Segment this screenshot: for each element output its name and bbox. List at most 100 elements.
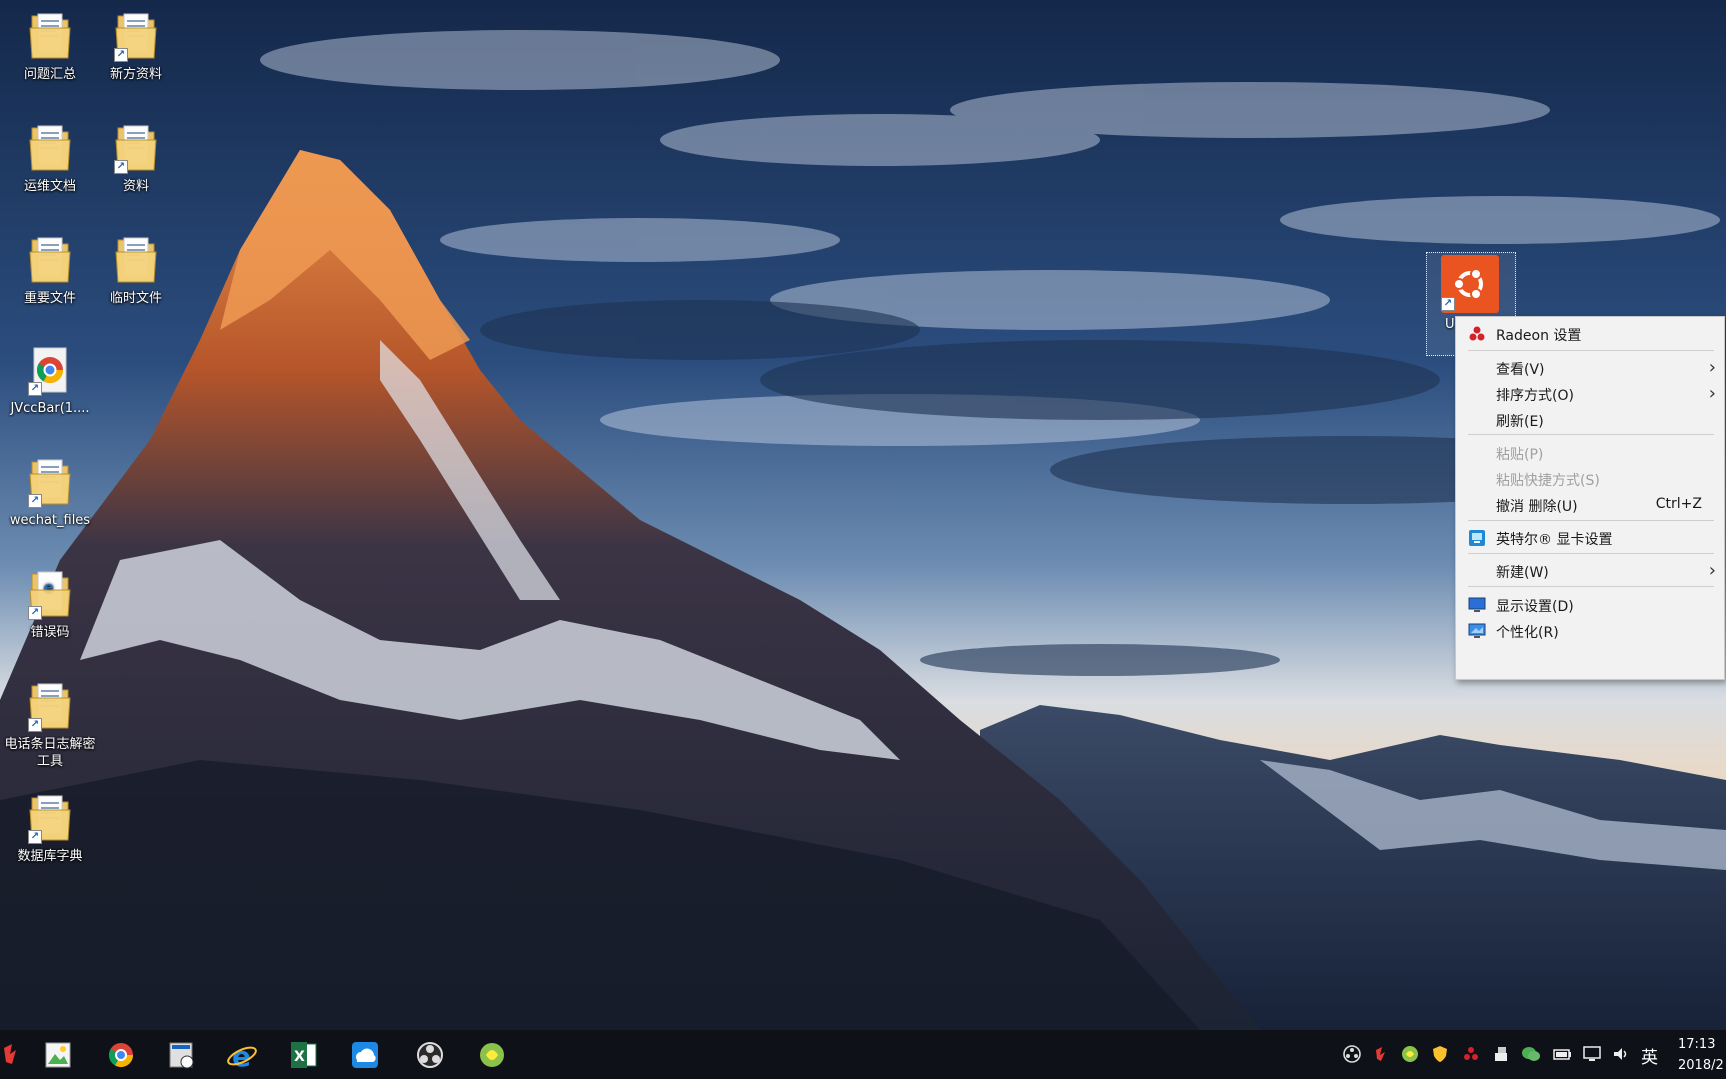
folder-icon — [28, 234, 72, 286]
menu-item-label: 粘贴快捷方式(S) — [1496, 473, 1600, 489]
menu-item[interactable]: 显示设置(D) — [1456, 592, 1724, 618]
menu-separator — [1468, 350, 1714, 351]
menu-item-label: 排序方式(O) — [1496, 388, 1574, 404]
desktop-icon-label: 错误码 — [30, 625, 70, 640]
input-method-indicator[interactable]: 英 — [1641, 1043, 1658, 1068]
folder-icon — [28, 10, 72, 62]
menu-item-label: 显示设置(D) — [1496, 599, 1574, 615]
volume-icon[interactable] — [1611, 1044, 1631, 1064]
folder-icon: ↗ — [28, 680, 72, 732]
menu-item: 粘贴(P) — [1456, 440, 1724, 466]
obs-tray-icon[interactable] — [1342, 1044, 1362, 1064]
menu-item[interactable]: 撤消 删除(U) Ctrl+Z — [1456, 492, 1724, 518]
document-icon: e ↗ — [28, 568, 72, 620]
chrome-shortcut-icon: ↗ — [28, 344, 72, 396]
excel-icon[interactable]: X — [284, 1036, 324, 1074]
desktop-icon[interactable]: ↗ 电话条日志解密工具 — [2, 680, 98, 770]
menu-separator — [1468, 586, 1714, 587]
usb-icon[interactable] — [1491, 1044, 1511, 1064]
desktop-icon[interactable]: ↗ 新方资料 — [88, 10, 184, 83]
app-icon[interactable] — [0, 1036, 40, 1074]
taskbar-clock[interactable]: 17:13 2018/2 — [1678, 1034, 1726, 1076]
menu-item[interactable]: 新建(W) › — [1456, 558, 1724, 584]
desktop-icon[interactable]: ↗ wechat_files — [2, 456, 98, 529]
menu-item[interactable]: 英特尔® 显卡设置 — [1456, 525, 1724, 551]
kiwi-tray-icon[interactable] — [1400, 1044, 1420, 1064]
folder-icon: ↗ — [114, 122, 158, 174]
kiwi-icon[interactable] — [472, 1036, 512, 1074]
shield-icon[interactable] — [1430, 1044, 1450, 1064]
chrome-icon[interactable] — [101, 1036, 141, 1074]
desktop-icon[interactable]: ↗ 资料 — [88, 122, 184, 195]
menu-item-label: 刷新(E) — [1496, 414, 1544, 430]
menu-item[interactable]: 个性化(R) — [1456, 618, 1724, 644]
menu-item[interactable]: Radeon 设置 — [1456, 321, 1724, 347]
menu-separator — [1468, 520, 1714, 521]
desktop-icon-label: 新方资料 — [109, 67, 162, 82]
display-icon — [1468, 596, 1486, 614]
clock-time: 17:13 — [1678, 1037, 1716, 1052]
menu-item: 粘贴快捷方式(S) — [1456, 466, 1724, 492]
desktop-icon[interactable]: 临时文件 — [88, 234, 184, 307]
shortcut-arrow-icon: ↗ — [114, 48, 128, 62]
svg-text:X: X — [294, 1049, 305, 1065]
folder-icon: ↗ — [28, 456, 72, 508]
app-tray-icon[interactable] — [1372, 1044, 1392, 1064]
intel-graphics-icon — [1468, 529, 1486, 547]
shortcut-arrow-icon: ↗ — [28, 718, 42, 732]
obs-icon[interactable] — [410, 1036, 450, 1074]
ie-icon[interactable]: e — [222, 1036, 262, 1074]
radeon-tray-icon[interactable] — [1461, 1044, 1481, 1064]
desktop-icon[interactable]: 重要文件 — [2, 234, 98, 307]
chevron-right-icon: › — [1708, 560, 1716, 581]
folder-icon — [28, 122, 72, 174]
taskbar: e X 英 17:13 2018/2 — [0, 1030, 1726, 1079]
radeon-icon — [1468, 325, 1486, 343]
desktop-context-menu: Radeon 设置 查看(V) › 排序方式(O) › 刷新(E) 粘贴(P) 粘贴快捷方式(… — [1455, 316, 1725, 680]
menu-item-label: 新建(W) — [1496, 565, 1549, 581]
shortcut-arrow-icon: ↗ — [114, 160, 128, 174]
clock-date: 2018/2 — [1678, 1058, 1724, 1073]
desktop-icon-label: 重要文件 — [23, 291, 76, 306]
shortcut-arrow-icon: ↗ — [28, 382, 42, 396]
desktop-icon[interactable]: 问题汇总 — [2, 10, 98, 83]
menu-item[interactable]: 刷新(E) — [1456, 407, 1724, 433]
menu-item-label: 粘贴(P) — [1496, 447, 1544, 463]
menu-item-label: 个性化(R) — [1496, 625, 1559, 641]
desktop-icon-label: 资料 — [122, 179, 149, 194]
desktop-icon-label: wechat_files — [9, 513, 91, 528]
desktop-icon-label: U — [1445, 317, 1455, 332]
svg-text:e: e — [232, 1040, 251, 1073]
menu-item-label: 撤消 删除(U) — [1496, 499, 1578, 515]
network-icon[interactable] — [1582, 1044, 1602, 1064]
menu-item[interactable]: 排序方式(O) › — [1456, 381, 1724, 407]
desktop-icon[interactable]: 运维文档 — [2, 122, 98, 195]
desktop-icon-label: 电话条日志解密工具 — [4, 737, 96, 769]
battery-icon[interactable] — [1552, 1044, 1572, 1064]
personalize-icon — [1468, 622, 1486, 640]
menu-item-label: 英特尔® 显卡设置 — [1496, 532, 1613, 548]
menu-item-label: Radeon 设置 — [1496, 328, 1582, 344]
wechat-icon[interactable] — [1521, 1044, 1541, 1064]
folder-icon — [114, 234, 158, 286]
menu-separator — [1468, 553, 1714, 554]
image-editor-icon[interactable] — [37, 1036, 77, 1074]
folder-icon: ↗ — [114, 10, 158, 62]
file-manager-icon[interactable] — [161, 1036, 201, 1074]
menu-item[interactable]: 查看(V) › — [1456, 355, 1724, 381]
shortcut-arrow-icon: ↗ — [28, 830, 42, 844]
menu-item-label: 查看(V) — [1496, 362, 1545, 378]
desktop-icon-label: 问题汇总 — [23, 67, 76, 82]
desktop-icon[interactable]: e ↗ 错误码 — [2, 568, 98, 641]
desktop-icon[interactable]: ↗ 数据库字典 — [2, 792, 98, 865]
desktop-icon[interactable]: ↗ JVccBar(1.... — [2, 344, 98, 417]
shortcut-arrow-icon: ↗ — [28, 606, 42, 620]
desktop-icon-label: 数据库字典 — [17, 849, 83, 864]
desktop-icon-label: 运维文档 — [23, 179, 76, 194]
menu-separator — [1468, 434, 1714, 435]
cloud-drive-icon[interactable] — [345, 1036, 385, 1074]
shortcut-arrow-icon: ↗ — [1441, 297, 1455, 311]
shortcut-arrow-icon: ↗ — [28, 494, 42, 508]
desktop-icon-label: JVccBar(1.... — [10, 401, 90, 416]
menu-item-shortcut: Ctrl+Z — [1655, 496, 1702, 512]
